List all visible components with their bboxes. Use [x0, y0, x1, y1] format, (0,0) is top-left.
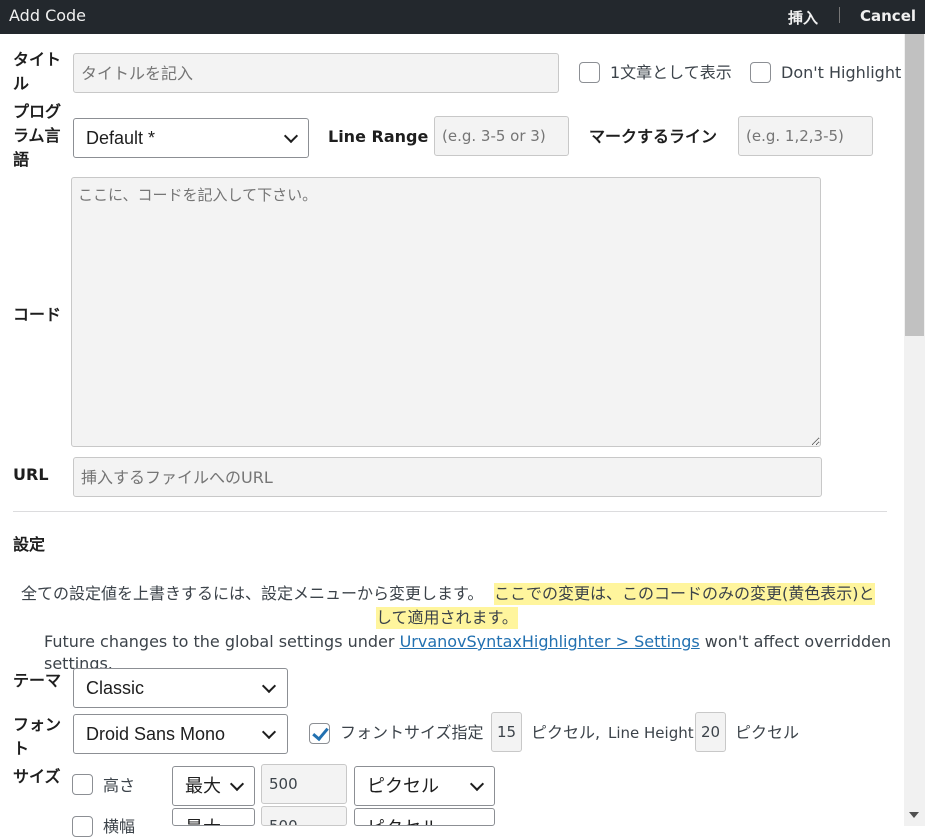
vertical-scrollbar[interactable] — [904, 34, 925, 826]
settings-info-highlight-2: して適用されます。 — [376, 607, 518, 629]
titlebar-divider — [839, 7, 840, 23]
url-label: URL — [13, 465, 49, 484]
height-unit-select[interactable]: ピクセル — [354, 766, 495, 806]
theme-label: テーマ — [13, 671, 62, 690]
title-label: タイトル — [13, 50, 62, 93]
height-mode-select[interactable]: 最大 — [172, 766, 255, 806]
settings-heading: 設定 — [13, 535, 46, 554]
language-select-value: Default * — [86, 128, 156, 148]
code-label: コード — [13, 305, 62, 324]
width-checkbox[interactable] — [72, 816, 93, 837]
settings-info-highlight-1: ここでの変更は、このコードのみの変更(黄色表示)と — [494, 583, 875, 605]
chevron-down-icon — [229, 776, 245, 792]
width-unit-value: ピクセル — [367, 818, 439, 825]
mark-lines-input[interactable] — [738, 116, 873, 156]
insert-button[interactable]: 挿入 — [788, 7, 818, 28]
width-label: 横幅 — [103, 817, 136, 836]
height-label: 高さ — [103, 776, 136, 795]
height-unit-value: ピクセル — [367, 776, 439, 796]
no-highlight-checkbox[interactable] — [750, 62, 771, 83]
width-mode-select[interactable]: 最大 — [172, 808, 255, 826]
inline-label: 1文章として表示 — [610, 63, 732, 82]
language-label: プログラム言語 — [13, 102, 62, 169]
chevron-down-icon — [261, 678, 277, 694]
line-height-unit: ピクセル — [735, 723, 800, 742]
line-range-label: Line Range — [328, 127, 429, 146]
chevron-down-icon — [283, 128, 299, 144]
height-mode-value: 最大 — [185, 776, 221, 796]
font-size-unit: ピクセル, — [531, 723, 601, 742]
theme-select[interactable]: Classic — [73, 668, 288, 708]
line-height-label: Line Height — [608, 724, 694, 742]
height-checkbox[interactable] — [72, 774, 93, 795]
code-textarea[interactable] — [71, 177, 821, 447]
settings-link[interactable]: UrvanovSyntaxHighlighter > Settings — [400, 632, 700, 651]
font-size-check-label: フォントサイズ指定 — [340, 723, 484, 742]
width-unit-select[interactable]: ピクセル — [354, 808, 495, 826]
chevron-down-icon — [469, 776, 485, 792]
mark-lines-label: マークするライン — [589, 127, 718, 146]
cancel-button[interactable]: Cancel — [860, 7, 916, 25]
font-size-checkbox[interactable] — [309, 723, 330, 744]
font-size-input[interactable]: 15 — [491, 712, 522, 752]
settings-info-plain: 全ての設定値を上書きするには、設定メニューから変更します。 — [21, 584, 484, 603]
language-select[interactable]: Default * — [73, 118, 309, 158]
font-select[interactable]: Droid Sans Mono — [73, 714, 288, 754]
scrollbar-thumb[interactable] — [905, 34, 924, 336]
theme-select-value: Classic — [86, 678, 145, 698]
future-note-pre: Future changes to the global settings un… — [44, 632, 395, 651]
size-label: サイズ — [13, 767, 61, 786]
width-mode-value: 最大 — [185, 818, 221, 825]
url-input[interactable] — [73, 457, 822, 497]
dialog-titlebar: Add Code 挿入 Cancel — [0, 0, 925, 34]
title-input[interactable] — [73, 53, 559, 93]
line-height-input[interactable]: 20 — [695, 712, 726, 752]
height-value-input[interactable]: 500 — [261, 764, 347, 804]
dialog-title: Add Code — [9, 6, 87, 25]
scroll-down-arrow-icon[interactable] — [909, 812, 919, 818]
chevron-down-icon — [261, 724, 277, 740]
font-select-value: Droid Sans Mono — [86, 724, 226, 744]
section-divider — [13, 511, 887, 512]
line-range-input[interactable] — [434, 116, 569, 156]
width-value-input[interactable]: 500 — [261, 806, 347, 826]
font-label: フォント — [13, 715, 62, 758]
inline-checkbox[interactable] — [579, 62, 600, 83]
no-highlight-label: Don't Highlight — [781, 63, 902, 82]
